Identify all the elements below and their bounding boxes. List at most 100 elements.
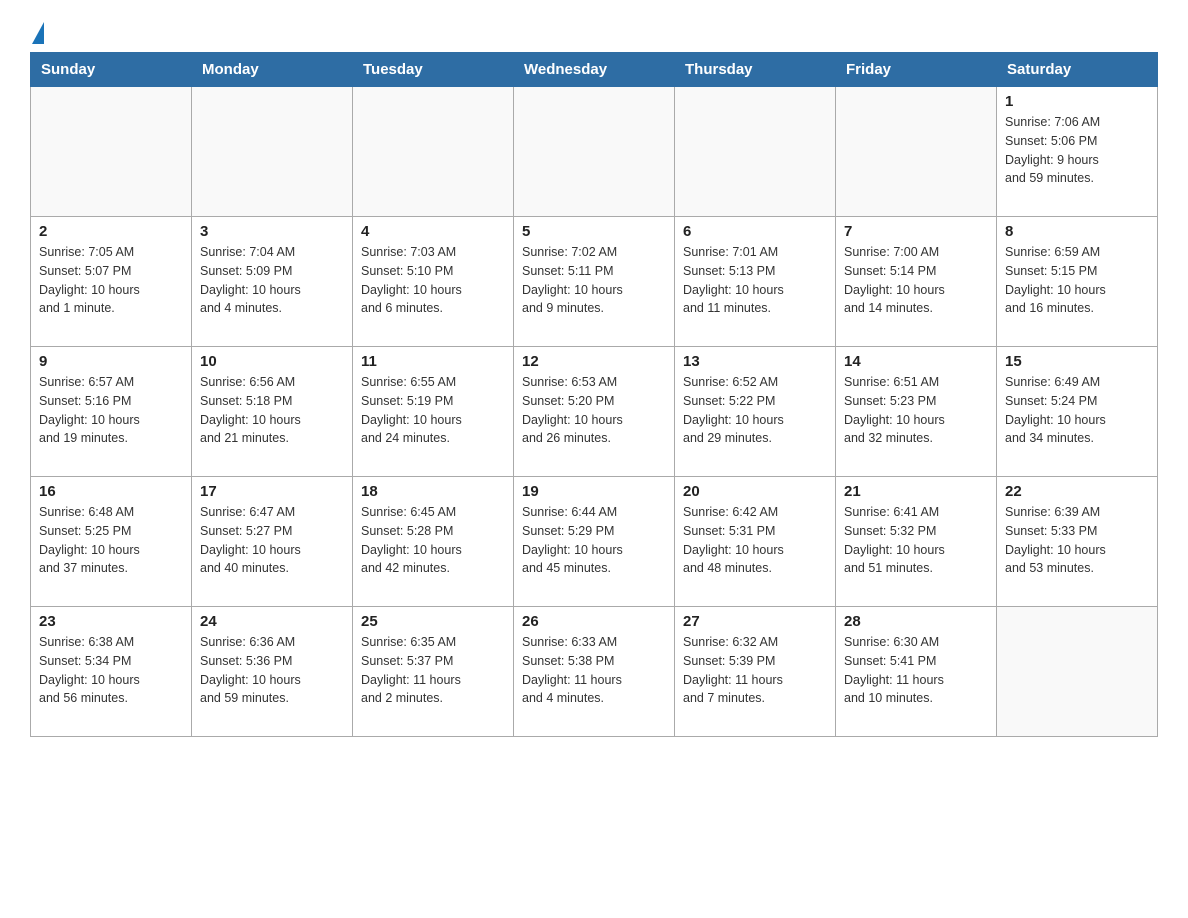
calendar-day-cell: 9 Sunrise: 6:57 AM Sunset: 5:16 PM Daylig…: [31, 347, 192, 477]
day-number: 26: [522, 613, 666, 630]
calendar-week-5: 23 Sunrise: 6:38 AM Sunset: 5:34 PM Dayli…: [31, 607, 1158, 737]
calendar-day-cell: 13 Sunrise: 6:52 AM Sunset: 5:22 PM Dayli…: [675, 347, 836, 477]
day-info: Sunrise: 7:03 AM Sunset: 5:10 PM Dayligh…: [361, 243, 505, 318]
calendar-week-2: 2 Sunrise: 7:05 AM Sunset: 5:07 PM Daylig…: [31, 217, 1158, 347]
day-number: 18: [361, 483, 505, 500]
day-number: 22: [1005, 483, 1149, 500]
day-number: 23: [39, 613, 183, 630]
calendar-day-cell: 17 Sunrise: 6:47 AM Sunset: 5:27 PM Dayli…: [192, 477, 353, 607]
day-number: 20: [683, 483, 827, 500]
weekday-header-row: SundayMondayTuesdayWednesdayThursdayFrid…: [31, 53, 1158, 87]
calendar-day-cell: 28Sunrise: 6:30 AM Sunset: 5:41 PM Dayli…: [836, 607, 997, 737]
calendar-day-cell: 12 Sunrise: 6:53 AM Sunset: 5:20 PM Dayli…: [514, 347, 675, 477]
day-number: 5: [522, 223, 666, 240]
day-number: 6: [683, 223, 827, 240]
calendar-day-cell: [836, 87, 997, 217]
day-info: Sunrise: 6:52 AM Sunset: 5:22 PM Dayligh…: [683, 373, 827, 448]
logo-triangle-icon: [32, 22, 44, 44]
calendar-day-cell: 1 Sunrise: 7:06 AM Sunset: 5:06 PM Daylig…: [997, 87, 1158, 217]
calendar-day-cell: 27 Sunrise: 6:32 AM Sunset: 5:39 PM Dayli…: [675, 607, 836, 737]
day-info: Sunrise: 6:42 AM Sunset: 5:31 PM Dayligh…: [683, 503, 827, 578]
day-number: 14: [844, 353, 988, 370]
day-number: 21: [844, 483, 988, 500]
day-info: Sunrise: 6:45 AM Sunset: 5:28 PM Dayligh…: [361, 503, 505, 578]
day-number: 16: [39, 483, 183, 500]
day-info: Sunrise: 6:39 AM Sunset: 5:33 PM Dayligh…: [1005, 503, 1149, 578]
day-info: Sunrise: 7:05 AM Sunset: 5:07 PM Dayligh…: [39, 243, 183, 318]
day-number: 8: [1005, 223, 1149, 240]
day-info: Sunrise: 6:48 AM Sunset: 5:25 PM Dayligh…: [39, 503, 183, 578]
calendar-day-cell: 26 Sunrise: 6:33 AM Sunset: 5:38 PM Dayli…: [514, 607, 675, 737]
day-number: 11: [361, 353, 505, 370]
day-number: 4: [361, 223, 505, 240]
calendar-day-cell: 20 Sunrise: 6:42 AM Sunset: 5:31 PM Dayli…: [675, 477, 836, 607]
day-number: 13: [683, 353, 827, 370]
calendar-day-cell: 8Sunrise: 6:59 AM Sunset: 5:15 PM Daylig…: [997, 217, 1158, 347]
day-number: 19: [522, 483, 666, 500]
calendar-day-cell: 18 Sunrise: 6:45 AM Sunset: 5:28 PM Dayli…: [353, 477, 514, 607]
calendar-day-cell: [997, 607, 1158, 737]
day-number: 9: [39, 353, 183, 370]
day-info: Sunrise: 6:36 AM Sunset: 5:36 PM Dayligh…: [200, 633, 344, 708]
calendar-table: SundayMondayTuesdayWednesdayThursdayFrid…: [30, 52, 1158, 737]
day-number: 1: [1005, 93, 1149, 110]
logo: [30, 20, 44, 42]
calendar-week-4: 16 Sunrise: 6:48 AM Sunset: 5:25 PM Dayli…: [31, 477, 1158, 607]
day-number: 15: [1005, 353, 1149, 370]
day-info: Sunrise: 7:04 AM Sunset: 5:09 PM Dayligh…: [200, 243, 344, 318]
weekday-header-monday: Monday: [192, 53, 353, 87]
calendar-day-cell: 15 Sunrise: 6:49 AM Sunset: 5:24 PM Dayli…: [997, 347, 1158, 477]
day-info: Sunrise: 7:02 AM Sunset: 5:11 PM Dayligh…: [522, 243, 666, 318]
page-header: [30, 20, 1158, 42]
day-info: Sunrise: 6:44 AM Sunset: 5:29 PM Dayligh…: [522, 503, 666, 578]
calendar-day-cell: 2 Sunrise: 7:05 AM Sunset: 5:07 PM Daylig…: [31, 217, 192, 347]
calendar-week-3: 9 Sunrise: 6:57 AM Sunset: 5:16 PM Daylig…: [31, 347, 1158, 477]
calendar-day-cell: 25 Sunrise: 6:35 AM Sunset: 5:37 PM Dayli…: [353, 607, 514, 737]
calendar-day-cell: 3 Sunrise: 7:04 AM Sunset: 5:09 PM Daylig…: [192, 217, 353, 347]
day-number: 24: [200, 613, 344, 630]
day-info: Sunrise: 7:00 AM Sunset: 5:14 PM Dayligh…: [844, 243, 988, 318]
day-number: 28: [844, 613, 988, 630]
day-number: 10: [200, 353, 344, 370]
day-number: 25: [361, 613, 505, 630]
day-number: 2: [39, 223, 183, 240]
day-info: Sunrise: 6:35 AM Sunset: 5:37 PM Dayligh…: [361, 633, 505, 708]
day-number: 17: [200, 483, 344, 500]
weekday-header-saturday: Saturday: [997, 53, 1158, 87]
day-info: Sunrise: 6:38 AM Sunset: 5:34 PM Dayligh…: [39, 633, 183, 708]
day-number: 12: [522, 353, 666, 370]
day-info: Sunrise: 6:49 AM Sunset: 5:24 PM Dayligh…: [1005, 373, 1149, 448]
day-number: 7: [844, 223, 988, 240]
calendar-day-cell: 14 Sunrise: 6:51 AM Sunset: 5:23 PM Dayli…: [836, 347, 997, 477]
day-info: Sunrise: 6:51 AM Sunset: 5:23 PM Dayligh…: [844, 373, 988, 448]
day-info: Sunrise: 6:55 AM Sunset: 5:19 PM Dayligh…: [361, 373, 505, 448]
calendar-day-cell: [353, 87, 514, 217]
day-info: Sunrise: 6:57 AM Sunset: 5:16 PM Dayligh…: [39, 373, 183, 448]
day-info: Sunrise: 6:33 AM Sunset: 5:38 PM Dayligh…: [522, 633, 666, 708]
day-number: 27: [683, 613, 827, 630]
day-info: Sunrise: 6:47 AM Sunset: 5:27 PM Dayligh…: [200, 503, 344, 578]
weekday-header-friday: Friday: [836, 53, 997, 87]
calendar-day-cell: 19 Sunrise: 6:44 AM Sunset: 5:29 PM Dayli…: [514, 477, 675, 607]
day-info: Sunrise: 7:01 AM Sunset: 5:13 PM Dayligh…: [683, 243, 827, 318]
calendar-day-cell: 24 Sunrise: 6:36 AM Sunset: 5:36 PM Dayli…: [192, 607, 353, 737]
calendar-day-cell: 6 Sunrise: 7:01 AM Sunset: 5:13 PM Daylig…: [675, 217, 836, 347]
day-info: Sunrise: 7:06 AM Sunset: 5:06 PM Dayligh…: [1005, 113, 1149, 188]
weekday-header-thursday: Thursday: [675, 53, 836, 87]
calendar-day-cell: [514, 87, 675, 217]
day-info: Sunrise: 6:53 AM Sunset: 5:20 PM Dayligh…: [522, 373, 666, 448]
calendar-day-cell: 16 Sunrise: 6:48 AM Sunset: 5:25 PM Dayli…: [31, 477, 192, 607]
calendar-day-cell: [192, 87, 353, 217]
calendar-day-cell: [675, 87, 836, 217]
calendar-day-cell: 23 Sunrise: 6:38 AM Sunset: 5:34 PM Dayli…: [31, 607, 192, 737]
day-number: 3: [200, 223, 344, 240]
weekday-header-wednesday: Wednesday: [514, 53, 675, 87]
day-info: Sunrise: 6:32 AM Sunset: 5:39 PM Dayligh…: [683, 633, 827, 708]
day-info: Sunrise: 6:56 AM Sunset: 5:18 PM Dayligh…: [200, 373, 344, 448]
calendar-week-1: 1 Sunrise: 7:06 AM Sunset: 5:06 PM Daylig…: [31, 87, 1158, 217]
calendar-day-cell: 4 Sunrise: 7:03 AM Sunset: 5:10 PM Daylig…: [353, 217, 514, 347]
calendar-day-cell: 10 Sunrise: 6:56 AM Sunset: 5:18 PM Dayli…: [192, 347, 353, 477]
calendar-day-cell: 11 Sunrise: 6:55 AM Sunset: 5:19 PM Dayli…: [353, 347, 514, 477]
weekday-header-tuesday: Tuesday: [353, 53, 514, 87]
calendar-day-cell: 21Sunrise: 6:41 AM Sunset: 5:32 PM Dayli…: [836, 477, 997, 607]
